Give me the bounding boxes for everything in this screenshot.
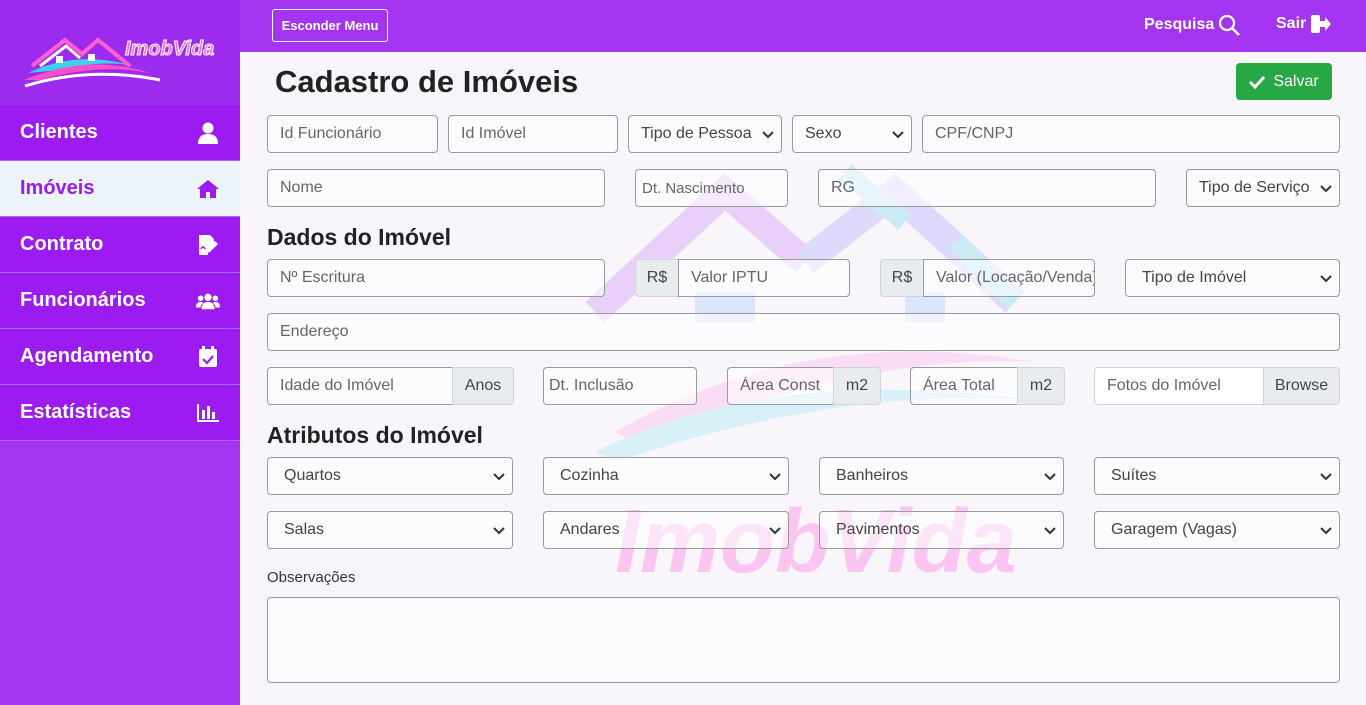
sidebar-item-estatisticas[interactable]: Estatísticas <box>0 385 240 441</box>
browse-button[interactable]: Browse <box>1263 367 1340 405</box>
sexo-select[interactable]: Sexo <box>792 115 912 153</box>
users-icon <box>196 289 220 313</box>
endereco-input[interactable]: Endereço <box>267 313 1340 351</box>
tipo-imovel-value: Tipo de Imóvel <box>1142 269 1247 286</box>
home-icon <box>196 177 220 201</box>
brand-logo[interactable]: ImobVida <box>0 0 240 105</box>
m2-addon: m2 <box>1017 367 1065 405</box>
banheiros-select[interactable]: Banheiros <box>819 457 1064 495</box>
save-label: Salvar <box>1273 72 1319 90</box>
chevron-down-icon <box>892 131 904 139</box>
tipo-servico-value: Tipo de Serviço <box>1199 179 1310 196</box>
nome-input[interactable]: Nome <box>267 169 605 207</box>
sidebar: ImobVida Clientes Imóveis Contrato Funci… <box>0 0 240 705</box>
tipo-pessoa-select[interactable]: Tipo de Pessoa <box>628 115 782 153</box>
chevron-down-icon <box>762 131 774 139</box>
pavimentos-value: Pavimentos <box>836 521 920 538</box>
save-button[interactable]: Salvar <box>1236 63 1332 100</box>
chevron-down-icon <box>493 527 505 535</box>
tipo-pessoa-value: Tipo de Pessoa <box>641 125 752 142</box>
chevron-down-icon <box>1320 275 1332 283</box>
exit-link[interactable]: Sair <box>1276 14 1332 34</box>
banheiros-value: Banheiros <box>836 467 909 484</box>
observacoes-textarea[interactable] <box>267 597 1340 683</box>
chevron-down-icon <box>769 527 781 535</box>
valor-locacao-input[interactable]: Valor (Locação/Venda) <box>923 259 1095 297</box>
sidebar-item-contrato[interactable]: Contrato <box>0 217 240 273</box>
search-label: Pesquisa <box>1144 16 1215 33</box>
salas-value: Salas <box>284 521 325 538</box>
chevron-down-icon <box>1044 527 1056 535</box>
pavimentos-select[interactable]: Pavimentos <box>819 511 1064 549</box>
sidebar-item-clientes[interactable]: Clientes <box>0 105 240 161</box>
sidebar-item-label: Estatísticas <box>20 401 132 423</box>
valor-iptu-input[interactable]: Valor IPTU <box>678 259 850 297</box>
chevron-down-icon <box>1320 473 1332 481</box>
id-imovel-input[interactable]: Id Imóvel <box>448 115 618 153</box>
sidebar-item-label: Imóveis <box>20 177 95 199</box>
quartos-value: Quartos <box>284 467 341 484</box>
chevron-down-icon <box>769 473 781 481</box>
quartos-select[interactable]: Quartos <box>267 457 513 495</box>
sidebar-item-label: Clientes <box>20 121 98 143</box>
dt-nascimento-input[interactable]: Dt. Nascimento <box>635 169 788 207</box>
chevron-down-icon <box>493 473 505 481</box>
suites-value: Suítes <box>1111 467 1157 484</box>
sidebar-item-label: Funcionários <box>20 289 146 311</box>
escritura-input[interactable]: Nº Escritura <box>267 259 605 297</box>
sign-out-icon <box>1311 15 1332 33</box>
signature-icon <box>196 233 220 257</box>
sidebar-item-label: Contrato <box>20 233 104 255</box>
garagem-value: Garagem (Vagas) <box>1111 521 1237 538</box>
observacoes-label: Observações <box>267 569 356 586</box>
sidebar-nav: Clientes Imóveis Contrato Funcionários A… <box>0 105 240 441</box>
fotos-file-input[interactable]: Fotos do Imóvel <box>1094 367 1264 405</box>
user-icon <box>196 121 220 145</box>
sidebar-item-agendamento[interactable]: Agendamento <box>0 329 240 385</box>
topbar: Esconder Menu Pesquisa Sair <box>240 0 1366 52</box>
id-funcionario-input[interactable]: Id Funcionário <box>267 115 438 153</box>
chevron-down-icon <box>1044 473 1056 481</box>
m2-addon: m2 <box>833 367 881 405</box>
anos-addon: Anos <box>452 367 514 405</box>
cozinha-value: Cozinha <box>560 467 619 484</box>
hide-menu-button[interactable]: Esconder Menu <box>272 9 388 42</box>
currency-addon: R$ <box>635 259 679 297</box>
cozinha-select[interactable]: Cozinha <box>543 457 789 495</box>
page-title: Cadastro de Imóveis <box>275 64 579 99</box>
check-icon <box>1249 75 1266 89</box>
sidebar-item-imoveis[interactable]: Imóveis <box>0 161 240 217</box>
tipo-imovel-select[interactable]: Tipo de Imóvel <box>1125 259 1340 297</box>
dados-imovel-title: Dados do Imóvel <box>267 224 452 250</box>
andares-select[interactable]: Andares <box>543 511 789 549</box>
atributos-title: Atributos do Imóvel <box>267 422 483 448</box>
andares-value: Andares <box>560 521 620 538</box>
search-link[interactable]: Pesquisa <box>1144 14 1241 36</box>
area-total-input[interactable]: Área Total <box>910 367 1018 405</box>
currency-addon: R$ <box>880 259 924 297</box>
main-content: ImobVida Cadastro de Imóveis Salvar Id F… <box>240 52 1366 705</box>
idade-imovel-input[interactable]: Idade do Imóvel <box>267 367 453 405</box>
salas-select[interactable]: Salas <box>267 511 513 549</box>
suites-select[interactable]: Suítes <box>1094 457 1340 495</box>
area-construida-input[interactable]: Área Construída <box>727 367 834 405</box>
dt-inclusao-input[interactable]: Dt. Inclusão <box>543 367 697 405</box>
garagem-select[interactable]: Garagem (Vagas) <box>1094 511 1340 549</box>
sexo-value: Sexo <box>805 125 842 142</box>
area-construida-placeholder: Área Construída <box>740 377 821 394</box>
tipo-servico-select[interactable]: Tipo de Serviço <box>1186 169 1340 207</box>
search-icon <box>1219 14 1241 36</box>
chevron-down-icon <box>1320 527 1332 535</box>
calendar-check-icon <box>196 345 220 369</box>
logo-text: ImobVida <box>124 38 215 61</box>
rg-input[interactable]: RG <box>818 169 1156 207</box>
sidebar-item-funcionarios[interactable]: Funcionários <box>0 273 240 329</box>
chart-bar-icon <box>196 401 220 425</box>
cpf-cnpj-input[interactable]: CPF/CNPJ <box>922 115 1340 153</box>
sidebar-item-label: Agendamento <box>20 345 154 367</box>
chevron-down-icon <box>1320 185 1332 193</box>
exit-label: Sair <box>1276 15 1307 32</box>
